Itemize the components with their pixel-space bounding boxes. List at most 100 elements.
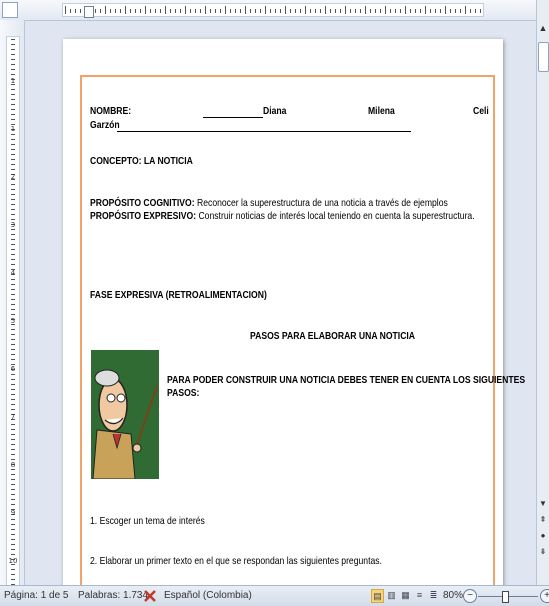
ruler-number: 6 (10, 365, 16, 373)
spelling-check-icon[interactable] (142, 588, 158, 604)
zoom-slider-thumb[interactable] (502, 591, 509, 603)
word-count[interactable]: Palabras: 1.734 (78, 590, 148, 601)
zoom-in-icon[interactable]: + (540, 589, 549, 603)
ruler-tick (100, 9, 101, 13)
ruler-tick (375, 9, 376, 13)
ruler-tick (460, 9, 461, 13)
scroll-up-icon[interactable]: ▲ (537, 22, 549, 34)
prev-page-icon[interactable]: ⇞ (537, 514, 549, 526)
ruler-tick (11, 534, 15, 535)
ruler-tick (75, 9, 76, 13)
ruler-tick (11, 359, 15, 360)
ruler-tick (11, 439, 15, 440)
ruler-tick (11, 249, 15, 250)
ruler-tick (11, 164, 15, 165)
ruler-tick (11, 444, 15, 445)
ruler-tick (175, 9, 176, 13)
ruler-tick (105, 6, 106, 14)
ruler-tick (11, 504, 15, 505)
ruler-tick (11, 469, 15, 470)
ruler-scale (62, 3, 484, 17)
ruler-tick (11, 169, 15, 170)
nombre-underline (203, 117, 263, 118)
ruler-tick (11, 144, 15, 145)
language-indicator[interactable]: Español (Colombia) (164, 590, 252, 601)
print-layout-icon[interactable]: ▤ (371, 589, 384, 603)
ruler-tick (11, 539, 15, 540)
scroll-down-icon[interactable]: ▼ (537, 498, 549, 510)
web-layout-icon[interactable]: ▦ (400, 589, 411, 601)
ruler-tick (350, 9, 351, 13)
ruler-number: 1 (10, 77, 16, 85)
ruler-tick (345, 6, 346, 14)
full-screen-reading-icon[interactable]: ▥ (386, 589, 397, 601)
ruler-tick (470, 9, 471, 13)
zoom-out-icon[interactable]: − (463, 589, 477, 603)
ruler-tick (455, 9, 456, 13)
ruler-tick (11, 189, 15, 190)
ruler-tick (445, 6, 446, 14)
ruler-tick (11, 499, 15, 500)
ruler-tick (130, 9, 131, 13)
fase-heading: FASE EXPRESIVA (RETROALIMENTACION) (90, 289, 267, 301)
ruler-tick (11, 339, 15, 340)
ruler-tick (11, 264, 15, 265)
ruler-tick (11, 114, 15, 115)
ruler-tick (11, 384, 15, 385)
ruler-tick (340, 9, 341, 13)
ruler-tick (385, 6, 386, 14)
name-part-3: Celi (473, 105, 489, 117)
document-area[interactable]: NOMBRE: Diana Milena Celi Garzón CONCEPT… (25, 21, 536, 585)
ruler-tick (11, 574, 15, 575)
ruler-tick (11, 59, 15, 60)
next-page-icon[interactable]: ⇟ (537, 546, 549, 558)
ruler-number: 3 (10, 221, 16, 229)
ruler-tick (220, 9, 221, 13)
page-count[interactable]: Página: 1 de 5 (4, 590, 69, 601)
ruler-tick (435, 9, 436, 13)
indent-marker[interactable] (84, 6, 94, 18)
ruler-tick (11, 89, 15, 90)
horizontal-ruler[interactable] (0, 0, 549, 21)
ruler-tick (11, 449, 15, 450)
ruler-tick (11, 199, 15, 200)
ruler-tick (11, 484, 15, 485)
ruler-number: 7 (10, 413, 16, 421)
ruler-tick (11, 184, 15, 185)
draft-icon[interactable]: ≣ (428, 589, 439, 601)
ruler-tick (11, 424, 15, 425)
pasos-intro-line1: PARA PODER CONSTRUIR UNA NOTICIA DEBES T… (167, 374, 526, 386)
step-2: 2. Elaborar un primer texto en el que se… (90, 555, 382, 567)
scroll-thumb[interactable] (538, 42, 549, 72)
ruler-tick (11, 104, 15, 105)
ruler-tick (125, 6, 126, 14)
ruler-tick (360, 9, 361, 13)
ruler-tick (225, 6, 226, 14)
ruler-number: 5 (10, 317, 16, 325)
ruler-tick (11, 149, 15, 150)
ruler-tick (265, 6, 266, 14)
vertical-scrollbar[interactable]: ▲ ▼ ⇞ ● ⇟ (536, 0, 549, 585)
outline-icon[interactable]: ≡ (414, 589, 425, 601)
ruler-tick (160, 9, 161, 13)
ruler-tick (11, 284, 15, 285)
ruler-tick (235, 9, 236, 13)
ruler-toggle-button[interactable] (2, 2, 18, 18)
document-page[interactable]: NOMBRE: Diana Milena Celi Garzón CONCEPT… (63, 39, 525, 585)
nombre-value: Diana (263, 105, 287, 117)
ruler-tick (11, 244, 15, 245)
ruler-tick (11, 54, 15, 55)
vertical-ruler: 1 1 2 3 4 5 6 7 8 9 10 (0, 20, 25, 586)
ruler-tick (410, 9, 411, 13)
ruler-tick (11, 304, 15, 305)
ruler-tick (11, 434, 15, 435)
ruler-tick (110, 9, 111, 13)
zoom-level[interactable]: 80% (443, 590, 463, 601)
ruler-tick (11, 374, 15, 375)
ruler-tick (200, 9, 201, 13)
ruler-tick (465, 6, 466, 14)
ruler-tick (11, 234, 15, 235)
ruler-tick (11, 94, 15, 95)
ruler-tick (11, 344, 15, 345)
browse-object-icon[interactable]: ● (537, 530, 549, 542)
